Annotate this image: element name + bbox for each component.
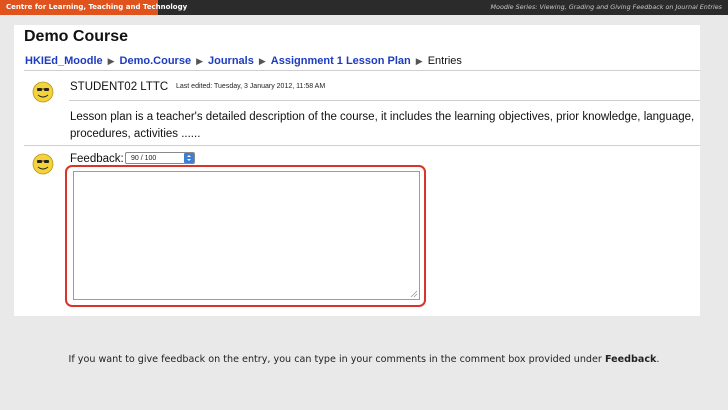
grade-select[interactable]: 90 / 100	[125, 152, 195, 164]
breadcrumb-item-home[interactable]: HKIEd_Moodle	[25, 55, 103, 67]
last-edited-timestamp: Last edited: Tuesday, 3 January 2012, 11…	[176, 83, 326, 90]
breadcrumb-separator-icon: ▶	[258, 55, 266, 66]
feedback-label: Feedback:	[70, 153, 124, 165]
divider	[69, 100, 700, 101]
feedback-comment-box[interactable]	[73, 171, 420, 300]
breadcrumb-item-entries: Entries	[427, 55, 462, 67]
breadcrumb-item-assignment[interactable]: Assignment 1 Lesson Plan	[271, 55, 411, 67]
caption-bold: Feedback	[604, 354, 657, 365]
breadcrumb-separator-icon: ▶	[196, 55, 203, 66]
caption-end: .	[656, 354, 660, 365]
divider	[24, 70, 700, 71]
breadcrumb-item-course[interactable]: Demo.Course	[120, 55, 192, 67]
caption-text: If you want to give feedback on the entr…	[68, 354, 605, 365]
divider	[24, 145, 700, 146]
breadcrumb: HKIEd_Moodle ▶ Demo.Course ▶ Journals ▶ …	[25, 52, 462, 70]
moodle-screenshot: Demo Course HKIEd_Moodle ▶ Demo.Course ▶…	[14, 25, 700, 316]
slide-caption: If you want to give feedback on the entr…	[0, 354, 728, 365]
breadcrumb-separator-icon: ▶	[107, 55, 115, 66]
teacher-avatar-icon	[32, 153, 54, 175]
breadcrumb-separator-icon: ▶	[415, 55, 423, 66]
header-left-title: Centre for Learning, Teaching and Techno…	[0, 0, 187, 15]
select-arrows-icon	[184, 153, 194, 163]
breadcrumb-item-journals[interactable]: Journals	[208, 55, 254, 67]
header-right-title: Moodle Series: Viewing, Grading and Givi…	[490, 3, 722, 11]
entry-text: Lesson plan is a teacher's detailed desc…	[70, 111, 695, 140]
slide-header: Centre for Learning, Teaching and Techno…	[0, 0, 728, 15]
student-name: STUDENT02 LTTC	[70, 81, 169, 93]
course-title: Demo Course	[24, 28, 129, 45]
resize-grip-icon[interactable]	[410, 290, 418, 298]
student-avatar-icon	[32, 81, 54, 103]
grade-select-value: 90 / 100	[131, 155, 157, 162]
